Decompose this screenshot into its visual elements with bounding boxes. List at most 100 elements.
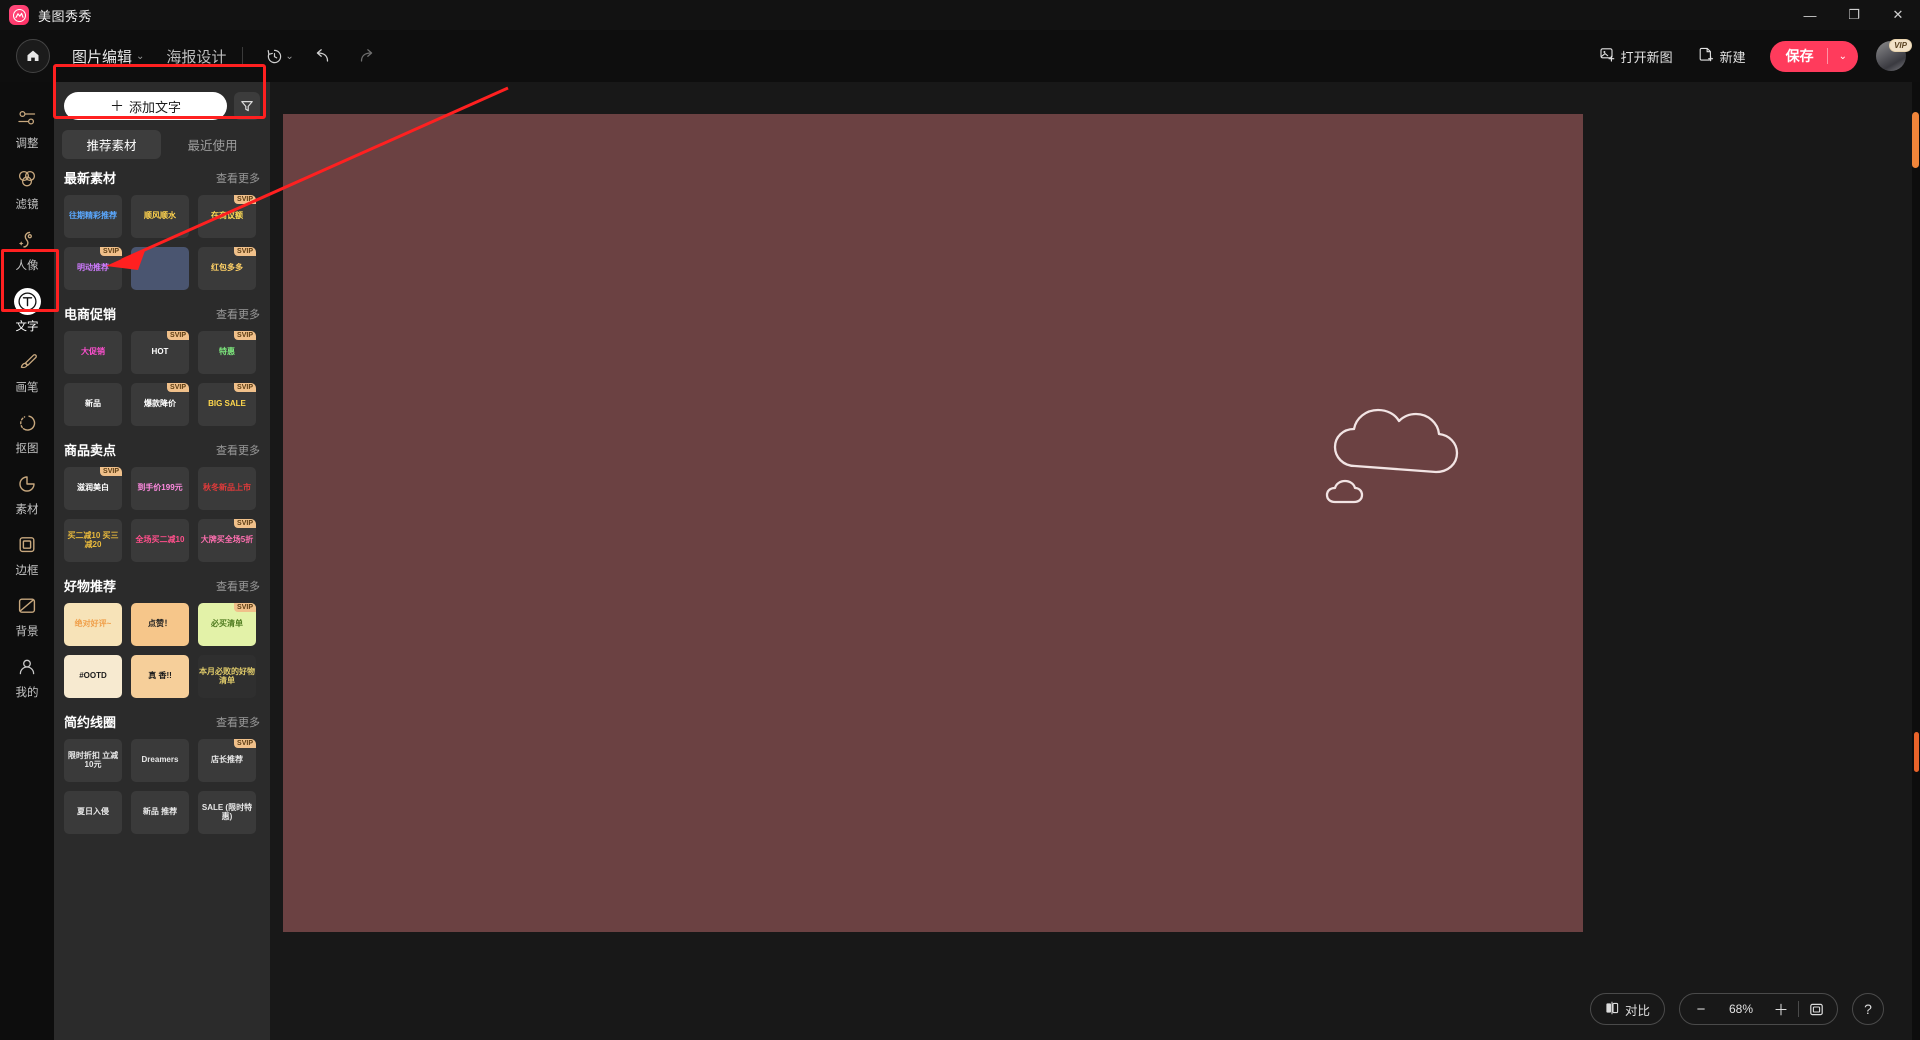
material-thumbnail[interactable]: 新品 推荐 [131, 791, 189, 834]
history-chevron-down-icon[interactable]: ⌄ [285, 51, 293, 62]
material-thumbnail[interactable]: 夏日入侵 [64, 791, 122, 834]
material-thumbnail[interactable]: SVIP 在商议额 [198, 195, 256, 238]
window-controls: — ❐ ✕ [1788, 0, 1920, 30]
menu-poster-design[interactable]: 海报设计 [166, 46, 226, 67]
minimize-button[interactable]: — [1788, 0, 1832, 30]
menu-poster-design-label: 海报设计 [166, 48, 227, 66]
fit-screen-icon[interactable] [1799, 994, 1833, 1024]
zoom-control: − 68% ＋ [1679, 993, 1838, 1025]
sidebar-item-background[interactable]: 背景 [0, 586, 54, 647]
right-scrollbar-thumb-bottom[interactable] [1914, 732, 1919, 772]
sidebar-item-sticker-label: 素材 [15, 504, 39, 516]
material-thumbnail[interactable]: SVIP 爆款降价 [131, 383, 189, 426]
plus-icon: ＋ [109, 98, 124, 114]
material-thumbnail-label: 本月必败的好物清单 [199, 667, 255, 685]
material-thumbnail-label: 滋润美白 [77, 483, 109, 493]
material-thumbnail[interactable]: 限时折扣 立减10元 [64, 739, 122, 782]
section-header: 商品卖点 查看更多 [64, 440, 260, 459]
save-button[interactable]: 保存 [1770, 46, 1827, 66]
sidebar-item-cutout[interactable]: 抠图 [0, 403, 54, 464]
save-chevron-down-icon[interactable]: ⌄ [1828, 51, 1858, 62]
sidebar-item-portrait[interactable]: 人像 [0, 220, 54, 281]
undo-arrow-icon[interactable] [308, 41, 338, 71]
left-sidebar: 调整 滤镜 人像 文字 画笔 抠图 素材 边框 背景 我的 [0, 82, 54, 1040]
material-thumbnail[interactable]: #OOTD [64, 655, 122, 698]
zoom-in-button[interactable]: ＋ [1764, 994, 1798, 1024]
sidebar-item-brush[interactable]: 画笔 [0, 342, 54, 403]
material-thumbnail[interactable]: 秋冬新品上市 [198, 467, 256, 510]
sidebar-item-adjust[interactable]: 调整 [0, 98, 54, 159]
redo-arrow-icon[interactable] [352, 41, 382, 71]
svip-badge: SVIP [234, 247, 256, 256]
right-scrollbar-thumb-top[interactable] [1912, 112, 1919, 168]
material-thumbnail-label: 往期精彩推荐 [69, 211, 117, 221]
material-grid: 限时折扣 立减10元 Dreamers SVIP 店长推荐夏日入侵 新品 推荐 SALE … [64, 739, 260, 834]
material-thumbnail[interactable]: 顺风顺水 [131, 195, 189, 238]
zoom-out-button[interactable]: − [1684, 994, 1718, 1024]
close-button[interactable]: ✕ [1876, 0, 1920, 30]
menu-image-edit[interactable]: 图片编辑 ⌄ [72, 46, 144, 67]
material-thumbnail[interactable]: SVIP 店长推荐 [198, 739, 256, 782]
section-view-more-link[interactable]: 查看更多 [216, 306, 260, 322]
material-thumbnail[interactable]: 新品 [64, 383, 122, 426]
material-thumbnail[interactable]: SVIP 特惠 [198, 331, 256, 374]
new-file-button[interactable]: 新建 [1689, 41, 1756, 72]
sidebar-item-frame[interactable]: 边框 [0, 525, 54, 586]
material-thumbnail[interactable]: 点赞！ [131, 603, 189, 646]
material-thumbnail-label: Dreamers [141, 755, 179, 765]
app-title: 美图秀秀 [38, 8, 93, 24]
section-title: 最新素材 [64, 171, 117, 186]
material-grid: 往期精彩推荐 顺风顺水 SVIP 在商议额 SVIP 明动推荐 SVIP 红包多多 [64, 195, 260, 290]
material-thumbnail[interactable]: SVIP 红包多多 [198, 247, 256, 290]
section-title: 简约线圈 [64, 715, 117, 730]
sidebar-item-text[interactable]: 文字 [0, 281, 54, 342]
material-thumbnail[interactable] [131, 247, 189, 290]
material-thumbnail[interactable]: 往期精彩推荐 [64, 195, 122, 238]
material-thumbnail[interactable]: 大促销 [64, 331, 122, 374]
meitu-logo-icon [9, 5, 29, 25]
menu-image-edit-label: 图片编辑 [72, 48, 133, 66]
material-thumbnail-label: SALE (限时特惠) [201, 803, 253, 821]
open-new-image-button[interactable]: 打开新图 [1590, 41, 1683, 72]
material-thumbnail[interactable]: SVIP HOT [131, 331, 189, 374]
avatar[interactable]: VIP [1876, 39, 1912, 71]
material-thumbnail[interactable]: SALE (限时特惠) [198, 791, 256, 834]
add-text-label: 添加文字 [128, 99, 181, 115]
material-thumbnail[interactable]: 绝对好评~ [64, 603, 122, 646]
section-view-more-link[interactable]: 查看更多 [216, 442, 260, 458]
sidebar-item-mine[interactable]: 我的 [0, 647, 54, 708]
material-thumbnail-label: #OOTD [79, 671, 107, 681]
sidebar-item-filter-label: 滤镜 [15, 199, 39, 211]
add-text-button[interactable]: ＋ 添加文字 [64, 92, 227, 120]
compare-button[interactable]: 对比 [1589, 993, 1665, 1025]
section-view-more-link[interactable]: 查看更多 [216, 170, 260, 186]
material-thumbnail[interactable]: SVIP 必买清单 [198, 603, 256, 646]
svip-badge: SVIP [234, 519, 256, 528]
sidebar-item-sticker[interactable]: 素材 [0, 464, 54, 525]
material-thumbnail[interactable]: 真 香!! [131, 655, 189, 698]
material-thumbnail[interactable]: SVIP BIG SALE [198, 383, 256, 426]
filter-funnel-icon[interactable] [234, 92, 260, 120]
toolbar-right-actions: 打开新图 新建 保存 ⌄ VIP [1590, 39, 1920, 72]
section-view-more-link[interactable]: 查看更多 [216, 578, 260, 594]
sidebar-item-filter[interactable]: 滤镜 [0, 159, 54, 220]
chevron-down-icon: ⌄ [136, 50, 145, 62]
material-thumbnail[interactable]: 全场买二减10 [131, 519, 189, 562]
material-thumbnail[interactable]: SVIP 大牌买全场5折 [198, 519, 256, 562]
material-thumbnail[interactable]: SVIP 滋润美白 [64, 467, 122, 510]
help-button[interactable]: ? [1852, 993, 1884, 1025]
material-thumbnail-label: 必买清单 [211, 619, 243, 629]
home-icon[interactable] [16, 39, 50, 73]
panel-scroll-area[interactable]: 最新素材 查看更多 往期精彩推荐 顺风顺水 SVIP 在商议额 SVIP 明动推荐 SVIP 红包… [54, 154, 270, 1040]
material-thumbnail[interactable]: 到手价199元 [131, 467, 189, 510]
sidebar-item-background-label: 背景 [15, 626, 39, 638]
material-thumbnail[interactable]: 本月必败的好物清单 [198, 655, 256, 698]
maximize-button[interactable]: ❐ [1832, 0, 1876, 30]
material-thumbnail-label: 大牌买全场5折 [200, 535, 254, 545]
svip-badge: SVIP [234, 331, 256, 340]
material-thumbnail[interactable]: SVIP 明动推荐 [64, 247, 122, 290]
material-thumbnail[interactable]: 买二减10 买三减20 [64, 519, 122, 562]
image-canvas[interactable] [283, 114, 1583, 932]
material-thumbnail[interactable]: Dreamers [131, 739, 189, 782]
section-view-more-link[interactable]: 查看更多 [216, 714, 260, 730]
